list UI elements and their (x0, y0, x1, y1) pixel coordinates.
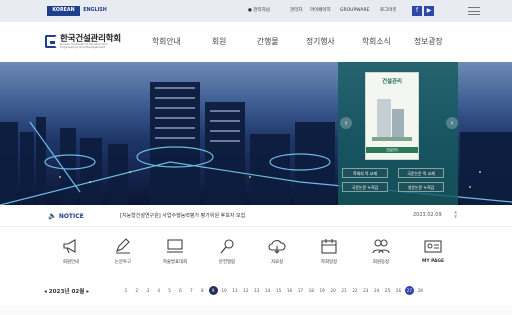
util-link-logout[interactable]: 로그아웃 (380, 6, 397, 16)
lang-english-button[interactable]: ENGLISH (80, 6, 110, 16)
notice-scroll-arrows[interactable]: ▲ ▼ (454, 209, 457, 219)
util-link-groupware[interactable]: GROUPWARE (340, 6, 369, 16)
pen-icon[interactable] (114, 238, 132, 254)
megaphone-icon[interactable] (62, 238, 80, 254)
calendar-day[interactable]: 18 (307, 287, 315, 294)
calendar-month-label: 02월 (71, 289, 85, 295)
journal-cover[interactable]: 건설관리 건설관리 (365, 72, 419, 160)
calendar-day[interactable]: 3 (144, 287, 152, 294)
quicklink-label[interactable]: MY PAGE (408, 259, 458, 264)
calendar-day[interactable]: 5 (166, 287, 174, 294)
korean-paper-index-button[interactable]: 국문논문 누적검 (342, 182, 388, 192)
calendar-day[interactable]: 2 (133, 287, 141, 294)
calendar-day[interactable]: 21 (340, 287, 348, 294)
calendar-day[interactable]: 10 (220, 287, 228, 294)
calendar-day[interactable]: 15 (275, 287, 283, 294)
quicklink-label[interactable]: 문헌열람 (202, 259, 252, 265)
admin-label: 관리자님 (253, 8, 270, 13)
calendar-day[interactable]: 25 (384, 287, 392, 294)
english-paper-index-button[interactable]: 영문논문 누적검 (398, 182, 444, 192)
notice-headline-link[interactable]: [지능형건설연구원] 사업수행능력평가 평가위원 후보자 모집 (120, 212, 245, 219)
calendar-day[interactable]: 9 (208, 286, 218, 295)
nav-item-news[interactable]: 학회소식 (362, 36, 391, 47)
quicklink-label[interactable]: 회원동정 (356, 259, 406, 265)
monitor-icon[interactable] (166, 238, 184, 254)
logo-icon[interactable] (45, 35, 57, 48)
calendar-day[interactable]: 16 (286, 287, 294, 294)
facebook-icon[interactable]: f (412, 6, 422, 16)
calendar-day[interactable]: 28 (416, 287, 424, 294)
util-link-mypage[interactable]: 마이페이지 (310, 6, 331, 16)
calendar-day[interactable]: 26 (395, 287, 403, 294)
calendar-next-icon[interactable]: ▸ (86, 289, 89, 295)
bottom-section (0, 305, 512, 315)
nav-item-about[interactable]: 학회안내 (152, 36, 181, 47)
calendar-day[interactable]: 19 (318, 287, 326, 294)
calendar-day[interactable]: 13 (253, 287, 261, 294)
korean-paper-toc-button[interactable]: 국문논문 목 교재 (398, 168, 444, 178)
notice-label: 🔈 NOTICE (48, 212, 84, 220)
quicklink-label[interactable]: 회원안내 (46, 259, 96, 265)
calendar-day[interactable]: 20 (329, 287, 337, 294)
calendar-day[interactable]: 1 (122, 287, 130, 294)
cloud-icon[interactable] (268, 238, 286, 254)
calendar-day[interactable]: 8 (198, 287, 206, 294)
quicklink-label[interactable]: 자료실 (252, 259, 302, 265)
calendar-day[interactable]: 27 (404, 286, 414, 295)
nav-item-member[interactable]: 회원 (212, 36, 226, 47)
calendar-icon[interactable] (320, 238, 338, 254)
speaker-icon: 🔈 (48, 212, 57, 220)
calendar-month: ◂ 2023년 02월 ▸ (44, 287, 89, 295)
calendar-day[interactable]: 7 (187, 287, 195, 294)
quicklink-label[interactable]: 학회일정 (304, 259, 354, 265)
calendar-day[interactable]: 12 (242, 287, 250, 294)
lang-korean-button[interactable]: KOREAN (47, 6, 80, 16)
calendar-day[interactable]: 23 (362, 287, 370, 294)
notice-label-text: NOTICE (58, 213, 84, 220)
id-card-icon[interactable] (424, 238, 442, 254)
magnifier-icon[interactable] (218, 238, 236, 254)
logo-subtitle: Korean Institute of Construction Enginee… (60, 42, 108, 50)
calendar-day[interactable]: 24 (373, 287, 381, 294)
nav-item-publication[interactable]: 간행물 (257, 36, 279, 47)
nav-item-events[interactable]: 정기행사 (306, 36, 335, 47)
admin-name: ● 관리자님 (248, 6, 270, 16)
calendar-day[interactable]: 11 (231, 287, 239, 294)
calendar-year: 2023년 (48, 289, 70, 295)
hamburger-menu-icon[interactable] (468, 7, 480, 15)
nav-item-info[interactable]: 정보광장 (414, 36, 443, 47)
journal-toc-button[interactable]: 학회지 목 교재 (342, 168, 388, 178)
calendar-day[interactable]: 6 (177, 287, 185, 294)
calendar-day[interactable]: 22 (351, 287, 359, 294)
util-link-admin[interactable]: 관리자 (290, 6, 302, 16)
people-icon[interactable] (372, 238, 390, 254)
calendar-day[interactable]: 14 (264, 287, 272, 294)
quicklink-label[interactable]: 논문투고 (98, 259, 148, 265)
building-illustration (372, 99, 412, 141)
hero-next-arrow[interactable]: › (446, 117, 458, 129)
hero-prev-arrow[interactable]: ‹ (340, 117, 352, 129)
calendar-day[interactable]: 17 (296, 287, 304, 294)
youtube-icon[interactable]: ▶ (424, 6, 434, 16)
journal-foot: 건설관리 (366, 147, 418, 153)
quicklink-label[interactable]: 학술발표대회 (150, 259, 200, 265)
user-icon: ● (248, 8, 252, 13)
calendar-day[interactable]: 4 (155, 287, 163, 294)
journal-title: 건설관리 (382, 79, 402, 85)
notice-date: 2023.02.09 (413, 212, 442, 218)
calendar-prev-icon[interactable]: ◂ (44, 289, 47, 295)
